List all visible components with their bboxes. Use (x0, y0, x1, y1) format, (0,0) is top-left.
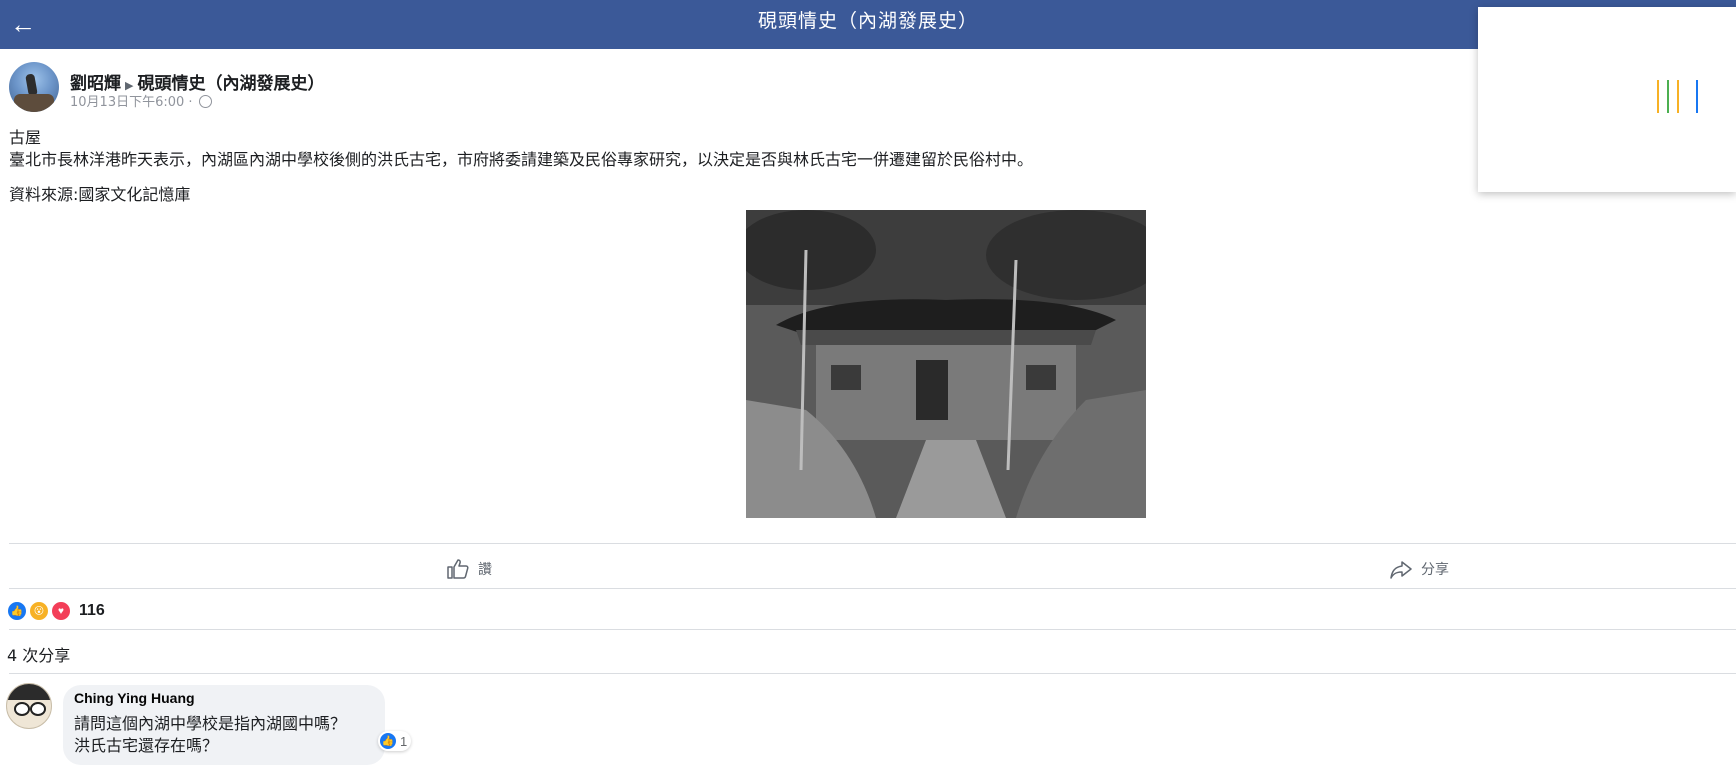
like-reaction-icon: 👍 (7, 601, 27, 621)
top-bar: ← 硯頭情史（內湖發展史） (0, 0, 1736, 49)
comment-text-line-2: 洪氏古宅還存在嗎？ (74, 736, 219, 755)
comment-like-badge[interactable]: 👍 1 (378, 731, 412, 751)
divider (9, 588, 1736, 589)
like-reaction-icon: 👍 (379, 732, 397, 750)
like-button[interactable]: 讚 (446, 554, 492, 584)
post-photo[interactable] (746, 210, 1146, 518)
loader-bar-1 (1657, 80, 1659, 113)
post-source: 資料來源:國家文化記憶庫 (9, 185, 191, 204)
old-house-photo (746, 210, 1146, 518)
love-reaction-icon: ♥ (51, 601, 71, 621)
share-button[interactable]: 分享 (1389, 554, 1449, 584)
comment-like-count: 1 (400, 733, 408, 749)
divider (9, 673, 1736, 674)
loader-bar-2 (1667, 80, 1669, 113)
post-body: 古屋 臺北市長林洋港昨天表示，內湖區內湖中學校後側的洪氏古宅，市府將委請建築及民… (9, 127, 1033, 171)
wow-reaction-icon: 😮 (29, 601, 49, 621)
comment-text-line-1: 請問這個內湖中學校是指內湖國中嗎？ (74, 714, 347, 733)
loader-bar-4 (1696, 80, 1698, 113)
loader-bar-3 (1677, 80, 1679, 113)
thumbs-up-icon (447, 559, 469, 579)
share-label: 分享 (1421, 562, 1449, 578)
post-text-line-1: 古屋 (9, 128, 42, 147)
page-title: 硯頭情史（內湖發展史） (757, 10, 978, 32)
divider (9, 629, 1736, 630)
commenter-avatar[interactable] (6, 683, 52, 729)
post-text-line-2: 臺北市長林洋港昨天表示，內湖區內湖中學校後側的洪氏古宅，市府將委請建築及民俗專家… (9, 150, 1034, 169)
divider (9, 543, 1736, 544)
share-count[interactable]: 4 次分享 (7, 642, 70, 666)
comment-author[interactable]: Ching Ying Huang (74, 690, 195, 706)
globe-icon (198, 95, 212, 108)
reaction-summary[interactable]: 👍 😮 ♥ 116 (7, 600, 105, 622)
author-avatar[interactable] (9, 62, 59, 112)
post-timestamp[interactable]: 10月13日下午6:00 · (70, 95, 193, 110)
share-arrow-icon (1390, 561, 1412, 579)
reaction-count: 116 (79, 602, 105, 619)
post-meta: 10月13日下午6:00 · (70, 91, 212, 110)
like-label: 讚 (478, 562, 492, 578)
